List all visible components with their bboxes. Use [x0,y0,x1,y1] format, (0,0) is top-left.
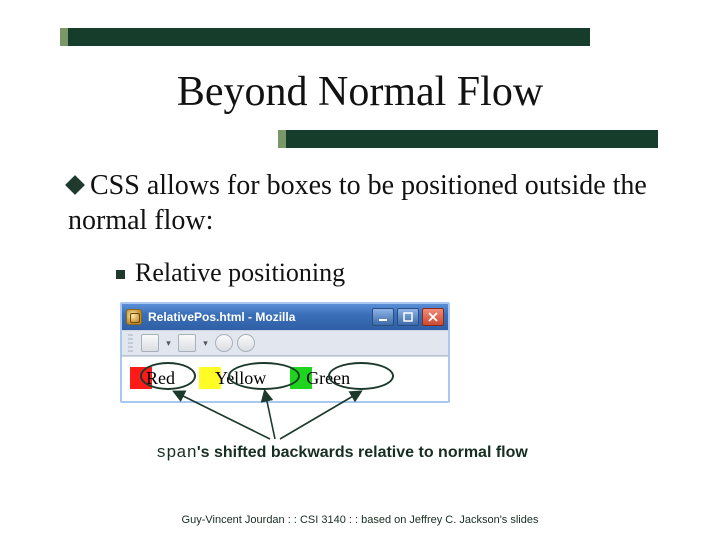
label-yellow: Yellow [211,368,270,389]
close-icon [428,312,438,322]
window-titlebar: RelativePos.html - Mozilla [122,304,448,330]
swatch-yellow-group: Yellow [199,367,270,389]
app-icon [126,309,142,325]
footer: Guy-Vincent Jourdan : : CSI 3140 : : bas… [0,514,720,526]
bullet-main: CSS allows for boxes to be positioned ou… [68,168,668,238]
minimize-button[interactable] [372,308,394,326]
toolbar-button-2[interactable] [178,334,196,352]
window-title: RelativePos.html - Mozilla [148,310,295,324]
toolbar-button-4[interactable] [237,334,255,352]
slide: Beyond Normal Flow CSS allows for boxes … [0,0,720,540]
slide-body: CSS allows for boxes to be positioned ou… [68,168,668,288]
slide-title: Beyond Normal Flow [0,68,720,116]
square-bullet-icon [116,270,125,279]
chevron-down-icon[interactable]: ▾ [200,334,211,352]
label-red: Red [142,368,179,389]
window-content: Red Yellow Green [122,356,448,401]
caption: span's shifted backwards relative to nor… [156,444,616,463]
decor-bar-mid [278,130,658,148]
sub-bullet: Relative positioning [116,258,668,288]
chevron-down-icon[interactable]: ▾ [163,334,174,352]
toolbar-button-1[interactable] [141,334,159,352]
decor-bar-top [60,28,590,46]
caption-code: span [156,444,197,463]
browser-window: RelativePos.html - Mozilla ▾ ▾ [120,302,450,403]
window-toolbar: ▾ ▾ [122,330,448,356]
bullet-main-text: CSS allows for boxes to be positioned ou… [68,170,647,236]
close-button[interactable] [422,308,444,326]
label-green: Green [302,368,354,389]
sub-bullet-text: Relative positioning [135,258,345,287]
toolbar-button-3[interactable] [215,334,233,352]
maximize-icon [403,312,413,322]
minimize-icon [378,312,388,322]
swatch-green-group: Green [290,367,354,389]
diamond-bullet-icon [65,175,85,195]
caption-text: 's shifted backwards relative to normal … [197,444,528,461]
window-controls [372,308,444,326]
toolbar-grip-icon [128,334,133,352]
swatch-red-group: Red [130,367,179,389]
maximize-button[interactable] [397,308,419,326]
